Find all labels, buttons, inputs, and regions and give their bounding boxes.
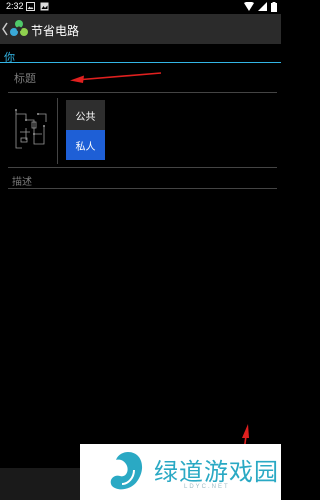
thumbnail-row-underline bbox=[8, 167, 277, 168]
action-bar: 节省电路 bbox=[0, 14, 281, 44]
watermark-domain: LDYC.NET bbox=[184, 484, 230, 490]
watermark-logo-icon bbox=[110, 452, 143, 490]
circuit-thumbnail[interactable] bbox=[12, 104, 52, 154]
status-time: 2:32 bbox=[6, 1, 24, 11]
annotation-arrow-icon bbox=[70, 72, 162, 83]
status-bar: 2:32 bbox=[0, 0, 281, 14]
title-placeholder: 标题 bbox=[14, 72, 36, 85]
gallery-notification-icon bbox=[40, 2, 49, 11]
section-divider bbox=[0, 62, 281, 63]
watermark-brand: 绿道游戏园 bbox=[154, 458, 279, 486]
description-input[interactable]: 描述 bbox=[12, 173, 32, 188]
thumbnail-divider bbox=[57, 98, 58, 164]
public-button[interactable]: 公共 bbox=[66, 100, 105, 130]
watermark: 绿道游戏园 LDYC.NET bbox=[80, 444, 281, 500]
description-underline bbox=[8, 188, 277, 189]
wifi-icon bbox=[244, 2, 254, 11]
signal-icon bbox=[258, 2, 267, 11]
battery-icon bbox=[271, 2, 277, 12]
image-notification-icon bbox=[26, 2, 35, 11]
description-placeholder: 描述 bbox=[12, 177, 32, 188]
private-button[interactable]: 私人 bbox=[66, 130, 105, 160]
back-chevron-icon[interactable] bbox=[1, 21, 9, 37]
action-bar-title: 节省电路 bbox=[31, 24, 80, 38]
app-logo-icon[interactable] bbox=[9, 19, 29, 39]
title-underline bbox=[8, 92, 277, 93]
